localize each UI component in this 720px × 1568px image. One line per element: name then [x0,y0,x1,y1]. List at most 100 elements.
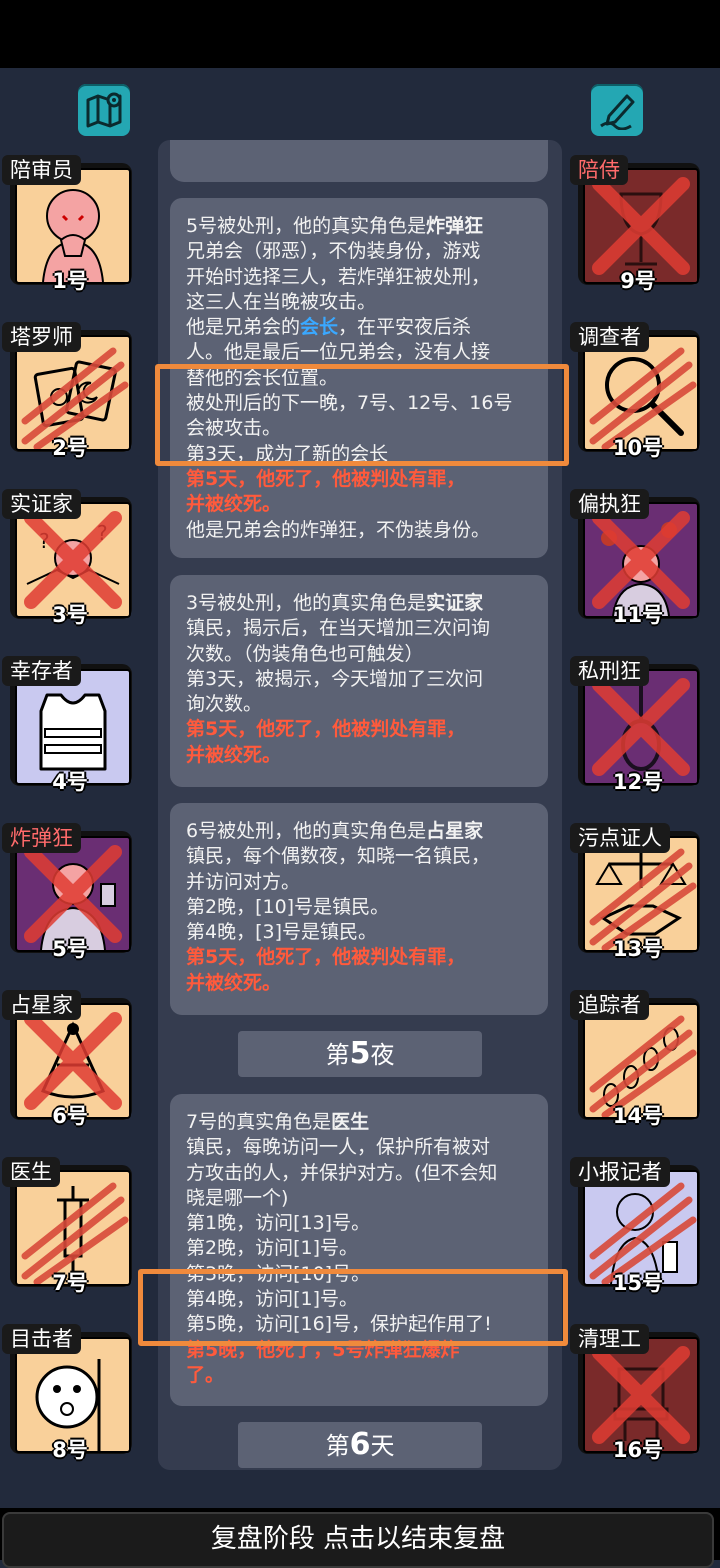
player-number: 16号 [612,1438,664,1462]
entry-text: 询次数。 [186,693,263,716]
log-entry-partial [170,140,548,182]
player-card-7[interactable]: 医生 7号 [2,1157,138,1295]
player-number: 11号 [612,603,664,627]
pen-sign-icon [600,94,635,130]
player-number: 13号 [612,937,664,961]
role-label: 炸弹狂 [2,823,81,853]
entry-text: 方攻击的人，并保护对方。(但不会知 [186,1161,498,1184]
player-card-1[interactable]: 陪审员 1号 [2,155,138,293]
player-number: 8号 [52,1438,88,1462]
role-label: 小报记者 [570,1157,670,1187]
entry-text: 晓是哪一个) [186,1186,289,1209]
player-number: 2号 [52,436,88,460]
role-name: 医生 [331,1111,370,1133]
player-card-9[interactable]: 陪侍 9号 [570,155,706,293]
role-name: 占星家 [426,820,484,842]
role-label: 塔罗师 [2,322,81,352]
role-label: 追踪者 [570,990,649,1020]
player-number: 14号 [612,1104,664,1128]
entry-text: 开始时选择三人，若炸弹狂被处刑， [186,265,491,288]
entry-text: 镇民，每晚访问一人，保护所有被对 [186,1136,491,1159]
role-label: 陪侍 [570,155,628,185]
death-text: 第5天，他死了，他被判处有罪， [186,946,466,969]
role-label: 幸存者 [2,656,81,686]
player-card-12[interactable]: 私刑狂 12号 [570,656,706,794]
divider-number: 5 [349,1036,371,1071]
player-number: 7号 [52,1271,88,1295]
entry-text: 次数。（伪装角色也可触发） [186,642,424,665]
entry-text: 6号被处刑，他的真实角色是 [186,820,427,842]
player-card-14[interactable]: 追踪者 14号 [570,990,706,1128]
player-card-16[interactable]: 清理工 16号 [570,1324,706,1462]
death-text: 并被绞死。 [186,743,282,766]
player-card-10[interactable]: 调查者 10号 [570,322,706,460]
entry-text: ，在平安夜后杀 [338,316,472,339]
player-number: 12号 [612,770,664,794]
role-label: 陪审员 [2,155,81,185]
death-text: 第5天，他死了，他被判处有罪， [186,467,466,490]
highlight-box [155,364,569,466]
role-name: 炸弹狂 [426,215,484,237]
entry-text: 3号被处刑，他的真实角色是 [186,592,427,614]
status-bar [0,0,720,68]
death-text: 了。 [186,1363,225,1386]
entry-text: 这三人在当晚被攻击。 [186,290,377,313]
role-label: 占星家 [2,990,81,1020]
player-number: 9号 [620,269,656,293]
highlight-box [138,1269,568,1346]
role-label: 调查者 [570,322,649,352]
death-text: 并被绞死。 [186,493,282,516]
player-card-15[interactable]: 小报记者 15号 [570,1157,706,1295]
entry-text: 7号的真实角色是 [186,1111,332,1133]
death-text: 第5天，他死了，他被判处有罪， [186,718,466,741]
player-card-11[interactable]: 偏执狂 11号 [570,489,706,627]
map-button[interactable] [78,84,130,136]
entry-text: 并访问对方。 [186,870,301,893]
entry-text: 他是兄弟会的炸弹狂，不伪装身份。 [186,518,491,541]
player-number: 15号 [612,1271,664,1295]
player-card-8[interactable]: 目击者 8号 [2,1324,138,1462]
entry-text: 第2晚，访问[1]号。 [186,1237,359,1260]
role-label: 清理工 [570,1324,649,1354]
entry-text: 第4晚，[3]号是镇民。 [186,921,378,944]
role-label: 医生 [2,1157,60,1187]
notes-button[interactable] [591,84,643,136]
player-number: 10号 [612,436,664,460]
night-5-divider: 第5夜 [238,1031,482,1077]
entry-text: 5号被处刑，他的真实角色是 [186,215,427,237]
day-6-divider: 第6天 [238,1422,482,1468]
death-text: 并被绞死。 [186,971,282,994]
player-number: 4号 [52,770,88,794]
player-card-5[interactable]: 炸弹狂 5号 [2,823,138,961]
player-card-3[interactable]: 实证家 ? ? 3号 [2,489,138,627]
player-number: 1号 [52,269,88,293]
role-name: 实证家 [426,592,484,614]
player-number: 3号 [52,603,88,627]
role-label: 私刑狂 [570,656,649,686]
entry-text: 第3天，被揭示，今天增加了三次问 [186,667,484,690]
entry-text: 人。他是最后一位兄弟会，没有人接 [186,341,491,364]
role-label: 污点证人 [570,823,670,853]
log-entry-doctor: 7号的真实角色是医生 镇民，每晚访问一人，保护所有被对 方攻击的人，并保护对方。… [170,1094,548,1406]
divider-text: 天 [370,1432,395,1460]
log-entry-astrologer: 6号被处刑，他的真实角色是占星家 镇民，每个偶数夜，知晓一名镇民， 并访问对方。… [170,803,548,1015]
divider-text: 第 [325,1041,350,1069]
player-card-13[interactable]: 污点证人 13号 [570,823,706,961]
entry-text: 第1晚，访问[13]号。 [186,1212,371,1235]
bottom-bar: 复盘阶段 点击以结束复盘 [0,1508,720,1568]
divider-text: 夜 [370,1041,395,1069]
leader-title: 会长 [300,316,339,339]
player-card-2[interactable]: 塔罗师 2号 [2,322,138,460]
player-number: 5号 [52,937,88,961]
player-card-6[interactable]: 占星家 6号 [2,990,138,1128]
player-card-4[interactable]: 幸存者 4号 [2,656,138,794]
log-entry-empiricist: 3号被处刑，他的真实角色是实证家 镇民，揭示后，在当天增加三次问询 次数。（伪装… [170,575,548,787]
divider-text: 第 [325,1432,350,1460]
role-label: 目击者 [2,1324,81,1354]
entry-text: 镇民，每个偶数夜，知晓一名镇民， [186,845,491,868]
role-label: 偏执狂 [570,489,649,519]
map-pin-icon [86,92,122,128]
role-label: 实证家 [2,489,81,519]
entry-text: 镇民，揭示后，在当天增加三次问询 [186,617,491,640]
player-number: 6号 [52,1104,88,1128]
